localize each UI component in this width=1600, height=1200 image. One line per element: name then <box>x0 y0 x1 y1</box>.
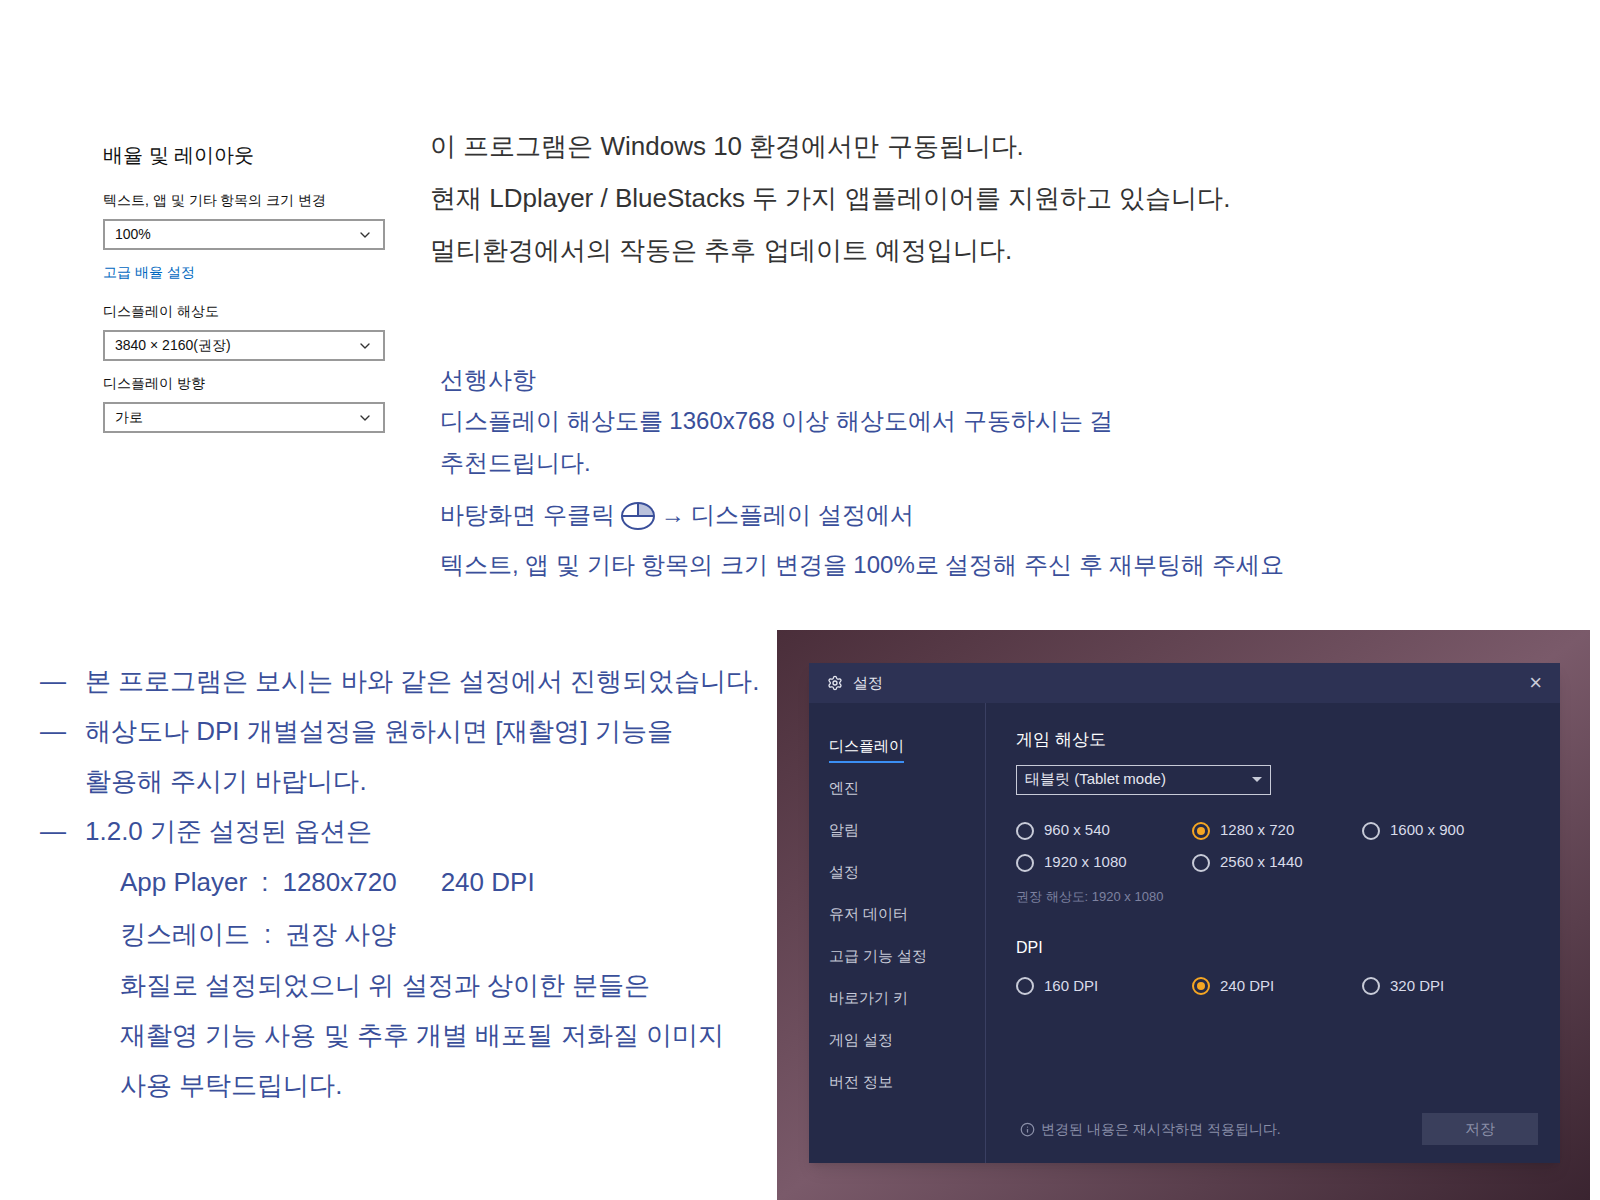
gear-icon <box>827 675 843 691</box>
bullet-note: —1.2.0 기준 설정된 옵션은 <box>40 806 777 856</box>
notes-column: 이 프로그램은 Windows 10 환경에서만 구동됩니다.현재 LDplay… <box>330 0 1284 630</box>
bullet-note: —본 프로그램은 보시는 바와 같은 설정에서 진행되었습니다. <box>40 656 777 706</box>
sidebar-item[interactable]: 유저 데이터 <box>829 903 985 945</box>
radio-icon <box>1016 854 1034 872</box>
mouse-icon <box>619 498 657 532</box>
settings-dialog: 설정×디스플레이엔진알림설정유저 데이터고급 기능 설정바로가기 키게임 설정버… <box>809 663 1560 1163</box>
dialog-sidebar: 디스플레이엔진알림설정유저 데이터고급 기능 설정바로가기 키게임 설정버전 정… <box>809 703 986 1163</box>
bottom-notes: —본 프로그램은 보시는 바와 같은 설정에서 진행되었습니다.—해상도나 DP… <box>0 630 777 1200</box>
chevron-down-icon <box>357 338 373 354</box>
settings-heading: 배율 및 레이아웃 <box>103 140 330 170</box>
sidebar-item[interactable]: 알림 <box>829 819 985 861</box>
options-block: App Player:1280x720240 DPI킹스레이드:권장 사양화질로… <box>40 856 777 1110</box>
note-line: 텍스트, 앱 및 기타 항목의 크기 변경을 100%로 설정해 주신 후 재부… <box>440 540 1284 590</box>
dialog-header: 설정× <box>809 663 1560 703</box>
radio-option[interactable]: 240 DPI <box>1192 970 1362 1002</box>
note-line: 디스플레이 해상도를 1360x768 이상 해상도에서 구동하시는 걸 <box>440 400 1284 442</box>
settings-dropdown[interactable]: 3840 × 2160(권장) <box>103 330 385 361</box>
advanced-scaling-link[interactable]: 고급 배율 설정 <box>103 262 330 283</box>
close-button[interactable]: × <box>1529 672 1542 694</box>
option-line: 킹스레이드:권장 사양 <box>120 908 777 960</box>
option-line: App Player:1280x720240 DPI <box>120 856 777 908</box>
prerequisites: 선행사항디스플레이 해상도를 1360x768 이상 해상도에서 구동하시는 걸… <box>430 360 1284 590</box>
radio-option[interactable]: 1600 x 900 <box>1362 815 1532 847</box>
bullet-note: —해상도나 DPI 개별설정을 원하시면 [재촬영] 기능을활용해 주시기 바랍… <box>40 706 777 806</box>
radio-icon <box>1362 822 1380 840</box>
chevron-down-icon <box>357 410 373 426</box>
radio-option[interactable]: 320 DPI <box>1362 970 1532 1002</box>
game-screenshot: 설정×디스플레이엔진알림설정유저 데이터고급 기능 설정바로가기 키게임 설정버… <box>777 630 1590 1200</box>
radio-icon <box>1192 977 1210 995</box>
settings-dropdown[interactable]: 가로 <box>103 402 385 433</box>
radio-option[interactable]: 1280 x 720 <box>1192 815 1362 847</box>
radio-option[interactable]: 1920 x 1080 <box>1016 847 1192 879</box>
sidebar-item[interactable]: 바로가기 키 <box>829 987 985 1029</box>
caret-icon <box>1252 777 1262 782</box>
settings-field: 텍스트, 앱 및 기타 항목의 크기 변경100% <box>103 190 330 250</box>
note-line: 화질로 설정되었으니 위 설정과 상이한 분들은 <box>120 960 777 1010</box>
settings-field: 디스플레이 해상도3840 × 2160(권장) <box>103 301 330 361</box>
sidebar-item[interactable]: 고급 기능 설정 <box>829 945 985 987</box>
radio-icon <box>1192 822 1210 840</box>
radio-icon <box>1362 977 1380 995</box>
radio-option[interactable]: 160 DPI <box>1016 970 1192 1002</box>
radio-icon <box>1016 822 1034 840</box>
radio-icon <box>1192 854 1210 872</box>
mode-dropdown[interactable]: 태블릿 (Tablet mode) <box>1016 765 1271 795</box>
sidebar-item[interactable]: 게임 설정 <box>829 1029 985 1071</box>
note-line: 추천드립니다. <box>440 442 1284 484</box>
bottom-section: —본 프로그램은 보시는 바와 같은 설정에서 진행되었습니다.—해상도나 DP… <box>0 630 1600 1200</box>
dialog-footer: 변경된 내용은 재시작하면 적용됩니다.저장 <box>1016 1113 1538 1145</box>
save-button[interactable]: 저장 <box>1422 1113 1538 1145</box>
dpi-options: 160 DPI240 DPI320 DPI <box>1016 970 1538 1002</box>
radio-option[interactable]: 2560 x 1440 <box>1192 847 1362 879</box>
radio-option[interactable]: 960 x 540 <box>1016 815 1192 847</box>
chevron-down-icon <box>357 227 373 243</box>
settings-dropdown[interactable]: 100% <box>103 219 385 250</box>
page: 배율 및 레이아웃텍스트, 앱 및 기타 항목의 크기 변경100% 고급 배율 … <box>0 0 1600 1200</box>
sidebar-item[interactable]: 엔진 <box>829 777 985 819</box>
note-line: 현재 LDplayer / BlueStacks 두 가지 앱플레이어를 지원하… <box>430 172 1284 224</box>
resolution-options: 960 x 5401280 x 7201600 x 900 1920 x 1080… <box>1016 815 1538 879</box>
step-line: 바탕화면 우클릭→ 디스플레이 설정에서 <box>440 490 1284 540</box>
sidebar-item[interactable]: 디스플레이 <box>829 735 985 777</box>
note-line: 사용 부탁드립니다. <box>120 1060 777 1110</box>
sidebar-item[interactable]: 버전 정보 <box>829 1071 985 1113</box>
radio-icon <box>1016 977 1034 995</box>
note-line: 재촬영 기능 사용 및 추후 개별 배포될 저화질 이미지 <box>120 1010 777 1060</box>
note-line: 멀티환경에서의 작동은 추후 업데이트 예정입니다. <box>430 224 1284 276</box>
top-section: 배율 및 레이아웃텍스트, 앱 및 기타 항목의 크기 변경100% 고급 배율 … <box>0 0 1600 630</box>
info-icon <box>1020 1122 1035 1137</box>
display-settings: 배율 및 레이아웃텍스트, 앱 및 기타 항목의 크기 변경100% 고급 배율 … <box>0 0 330 630</box>
dialog-content: 게임 해상도태블릿 (Tablet mode)960 x 5401280 x 7… <box>986 703 1560 1163</box>
settings-field: 디스플레이 방향가로 <box>103 373 330 433</box>
note-line: 이 프로그램은 Windows 10 환경에서만 구동됩니다. <box>430 120 1284 172</box>
sidebar-item[interactable]: 설정 <box>829 861 985 903</box>
